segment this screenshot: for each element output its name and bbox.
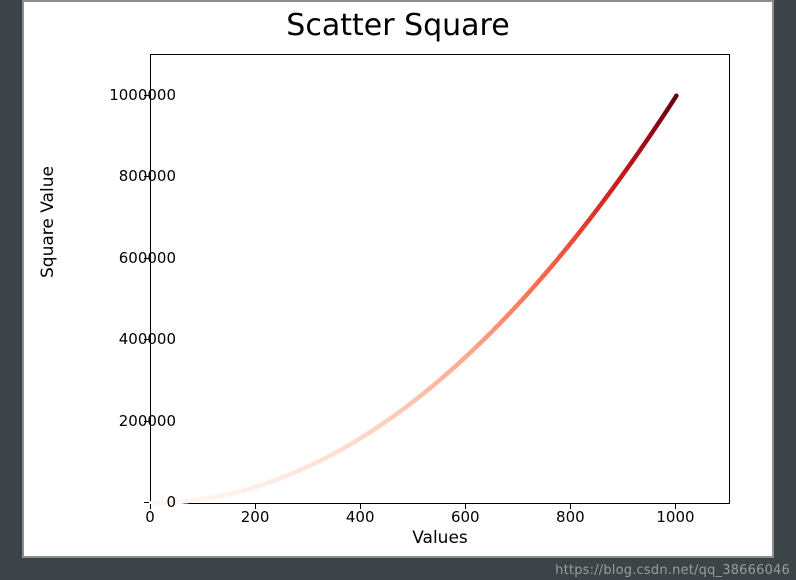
x-tick-mark (360, 504, 361, 509)
y-tick-label: 1000000 (96, 86, 176, 104)
watermark-text: https://blog.csdn.net/qq_38666046 (555, 563, 790, 578)
y-tick-label: 400000 (96, 330, 176, 348)
figure-canvas: Scatter Square Square Value Values (30, 8, 766, 550)
x-tick-label: 400 (346, 508, 375, 526)
y-tick-label: 0 (96, 493, 176, 511)
x-tick-label: 200 (241, 508, 270, 526)
x-tick-label: 600 (451, 508, 480, 526)
y-tick-mark (144, 502, 149, 503)
chart-title: Scatter Square (30, 8, 766, 43)
x-tick-label: 0 (145, 508, 155, 526)
y-tick-mark (144, 421, 149, 422)
x-tick-mark (675, 504, 676, 509)
y-tick-mark (144, 339, 149, 340)
y-tick-mark (144, 258, 149, 259)
y-tick-label: 600000 (96, 249, 176, 267)
plot-area (150, 54, 730, 504)
x-tick-label: 1000 (656, 508, 694, 526)
y-axis-label: Square Value (38, 166, 58, 278)
x-tick-mark (570, 504, 571, 509)
figure-frame: Scatter Square Square Value Values (22, 0, 774, 558)
y-tick-mark (144, 176, 149, 177)
x-tick-mark (255, 504, 256, 509)
x-tick-label: 800 (556, 508, 585, 526)
y-tick-mark (144, 95, 149, 96)
y-tick-label: 800000 (96, 167, 176, 185)
x-tick-mark (465, 504, 466, 509)
x-tick-mark (150, 504, 151, 509)
y-tick-label: 200000 (96, 412, 176, 430)
x-axis-label: Values (150, 528, 730, 548)
scatter-series (151, 55, 729, 503)
